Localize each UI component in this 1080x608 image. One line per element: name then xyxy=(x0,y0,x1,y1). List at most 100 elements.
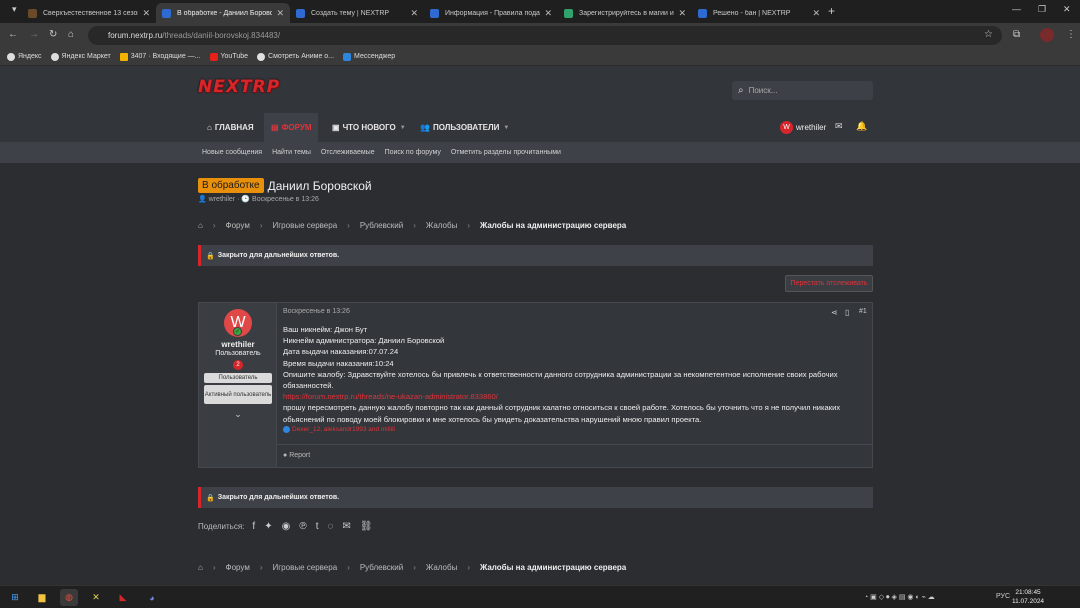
menu-icon[interactable]: ⋮ xyxy=(1066,29,1076,40)
browser-tab-active[interactable]: В обработке - Даниил Боровс ✕ xyxy=(156,3,290,23)
home-icon[interactable]: ⌂ xyxy=(198,563,203,572)
close-icon[interactable]: ✕ xyxy=(678,8,686,19)
post-number[interactable]: #1 xyxy=(859,308,867,315)
closed-notice: 🔒 Закрыто для дальнейших ответов. xyxy=(198,487,873,508)
browser-tab[interactable]: Создать тему | NEXTRP ✕ xyxy=(290,3,424,23)
facebook-icon[interactable]: f xyxy=(252,521,255,532)
close-icon[interactable]: ✕ xyxy=(812,8,820,19)
whatsapp-icon[interactable]: ◌ xyxy=(327,521,333,532)
subnav-search-forum[interactable]: Поиск по форуму xyxy=(385,149,441,156)
post: W ✓ wrethiler Пользователь 2 Пользовател… xyxy=(198,302,873,468)
discord-icon[interactable]: ◕ xyxy=(143,589,161,606)
nav-users[interactable]: 👥 ПОЛЬЗОВАТЕЛИ ▼ xyxy=(413,113,516,142)
nav-forum[interactable]: ▤ ФОРУМ xyxy=(264,113,319,142)
maximize-button[interactable]: ❐ xyxy=(1038,4,1046,15)
forum-icon: ▤ xyxy=(271,123,279,132)
game-app-icon[interactable]: ◣ xyxy=(114,589,132,606)
bookmark-item[interactable]: Яндекс xyxy=(7,52,42,61)
home-icon[interactable]: ⌂ xyxy=(198,221,203,230)
bookmark-item[interactable]: Яндекс Маркет xyxy=(50,52,111,61)
post-date[interactable]: Воскресенье в 13:26 xyxy=(283,308,350,315)
tab-favicon-icon xyxy=(564,8,573,18)
close-icon[interactable]: ✕ xyxy=(544,8,552,19)
close-icon[interactable]: ✕ xyxy=(142,8,150,19)
tray-icons[interactable]: ◔ ▣ ◇ ⏺ ◈ ▤ ◉ ◐ ⌁ ☁ xyxy=(864,593,935,602)
post-author-panel: W ✓ wrethiler Пользователь 2 Пользовател… xyxy=(199,303,277,467)
language-indicator[interactable]: РУС xyxy=(996,593,1010,600)
pinterest-icon[interactable]: ℗ xyxy=(299,521,306,532)
subnav-watched[interactable]: Отслеживаемые xyxy=(321,149,375,156)
url-bar[interactable]: forum.nextrp.ru/threads/daniil-borovskoj… xyxy=(88,26,1002,45)
extensions-icon[interactable]: ⧉ xyxy=(1013,29,1020,40)
bookmark-item[interactable]: 3407 · Входящие —... xyxy=(119,52,201,61)
chevron-down-icon[interactable]: ▼ xyxy=(503,125,509,131)
home-button[interactable]: ⌂ xyxy=(68,29,74,40)
browser-tab[interactable]: Зарегистрируйтесь в магии и ✕ xyxy=(558,3,692,23)
bookmark-star-icon[interactable]: ☆ xyxy=(984,29,993,40)
inbox-icon[interactable]: ✉ xyxy=(835,121,843,132)
reactions-bar[interactable]: Dexer_12, aleksandr1993 and millili xyxy=(283,426,395,433)
search-input[interactable]: ⌕ Поиск... xyxy=(732,81,873,100)
forward-button[interactable]: → xyxy=(29,29,39,40)
tab-favicon-icon xyxy=(698,8,707,18)
reddit-icon[interactable]: ◉ xyxy=(282,521,291,532)
chrome-icon[interactable]: ◍ xyxy=(60,589,78,606)
browser-tabbar: Сверхъестественное 13 сезон ✕ В обработке… xyxy=(0,0,1080,23)
user-menu[interactable]: Wwrethiler xyxy=(780,121,826,134)
unwatch-button[interactable]: Перестать отслеживать xyxy=(785,275,873,292)
back-button[interactable]: ← xyxy=(8,29,18,40)
tab-favicon-icon xyxy=(28,8,37,18)
post-link[interactable]: https://forum.nextrp.ru/threads/ne-ukaza… xyxy=(283,392,498,401)
subnav-new-posts[interactable]: Новые сообщения xyxy=(202,149,262,156)
user-title: Пользователь xyxy=(215,350,261,357)
tumblr-icon[interactable]: t xyxy=(316,521,319,532)
file-explorer-icon[interactable]: ▆ xyxy=(33,589,51,606)
breadcrumb-bottom: ⌂ › Форум › Игровые сервера › Рублевский › Ж… xyxy=(198,563,627,572)
bookmark-item[interactable]: Смотреть Аниме о... xyxy=(257,52,334,61)
browser-tab[interactable]: Сверхъестественное 13 сезон ✕ xyxy=(22,3,156,23)
windows-start-icon[interactable]: ⊞ xyxy=(6,589,24,606)
thread-title: Даниил Боровской xyxy=(267,178,372,193)
close-window-button[interactable]: ✕ xyxy=(1063,4,1071,15)
subnav-mark-read[interactable]: Отметить разделы прочитанными xyxy=(451,149,561,156)
twitter-icon[interactable]: ✦ xyxy=(264,521,272,532)
nav-home[interactable]: ⌂ ГЛАВНАЯ xyxy=(200,113,261,142)
clock[interactable]: 21:08:45 11.07.2024 xyxy=(1012,588,1044,606)
app-icon[interactable]: ✕ xyxy=(87,589,105,606)
chevron-down-icon[interactable]: ▼ xyxy=(400,125,406,131)
close-icon[interactable]: ✕ xyxy=(410,8,418,19)
site-logo[interactable]: NEXTRP xyxy=(198,77,280,97)
tab-search-icon[interactable]: ▾ xyxy=(12,4,17,15)
like-icon xyxy=(283,426,290,433)
subnav-find-threads[interactable]: Найти темы xyxy=(272,149,311,156)
report-button[interactable]: ● Report xyxy=(283,452,310,459)
nav-whats-new[interactable]: ▣ ЧТО НОВОГО ▼ xyxy=(325,113,413,142)
bell-icon[interactable]: 🔔 xyxy=(856,121,867,132)
reload-button[interactable]: ↻ xyxy=(49,29,57,40)
bookmark-item[interactable]: Мессенджер xyxy=(343,52,395,61)
browser-tab[interactable]: Решено - бан | NEXTRP ✕ xyxy=(692,3,826,23)
post-body: Ваш никнейм: Джон Бут Никнейм администра… xyxy=(283,325,841,424)
browser-tab[interactable]: Информация - Правила подач ✕ xyxy=(424,3,558,23)
email-icon[interactable]: ✉ xyxy=(342,521,350,532)
bookmark-icon xyxy=(7,52,15,61)
minimize-button[interactable]: — xyxy=(1012,4,1021,14)
anime-icon xyxy=(257,52,266,61)
url-domain: forum.nextrp.ru xyxy=(108,31,163,40)
new-tab-button[interactable]: + xyxy=(828,4,835,18)
os-taskbar: ⊞ ▆ ◍ ✕ ◣ ◕ ◔ ▣ ◇ ⏺ ◈ ▤ ◉ ◐ ⌁ ☁ РУС 21:0… xyxy=(0,585,1080,608)
breadcrumb: ⌂ › Форум › Игровые сервера › Рублевский › Ж… xyxy=(198,221,627,230)
share-icon[interactable]: ⋖ xyxy=(831,308,838,317)
home-icon: ⌂ xyxy=(207,123,212,132)
bookmark-icon[interactable]: ▯ xyxy=(845,308,849,317)
profile-avatar[interactable] xyxy=(1040,28,1054,42)
post-author-name[interactable]: wrethiler xyxy=(199,340,277,349)
avatar: W xyxy=(780,121,793,134)
tab-favicon-icon xyxy=(430,8,439,18)
link-icon[interactable]: ⛓ xyxy=(360,521,373,532)
status-badge: В обработке xyxy=(198,178,264,193)
closed-notice: 🔒 Закрыто для дальнейших ответов. xyxy=(198,245,873,266)
bookmark-item[interactable]: YouTube xyxy=(209,52,248,61)
chevron-down-icon[interactable]: ⌄ xyxy=(199,409,277,420)
close-icon[interactable]: ✕ xyxy=(276,8,284,19)
